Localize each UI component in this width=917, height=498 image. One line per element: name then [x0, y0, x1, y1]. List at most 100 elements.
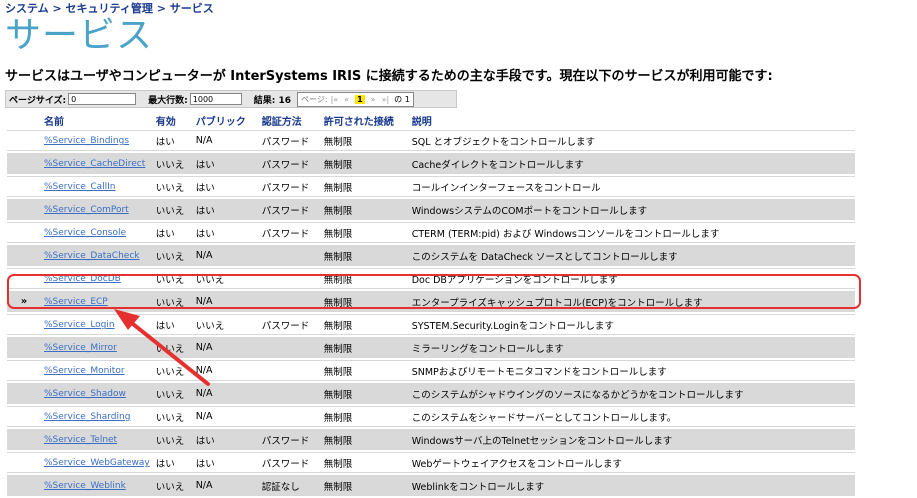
table-row[interactable]: %Service_Shadow いいえ N/A 無制限 このシステムがシャドウイングのソ… — [7, 383, 855, 404]
table-row[interactable]: » %Service_ECP いいえ N/A 無制限 エンタープライズキャッシュプロトコル… — [7, 291, 855, 312]
enabled-cell: いいえ — [152, 406, 193, 427]
column-header-enabled[interactable]: 有効 — [153, 112, 193, 128]
service-name-link[interactable]: %Service_ECP — [44, 297, 108, 307]
description-cell: このシステムをシャードサーバーとしてコントロールします。 — [408, 406, 855, 427]
page-navigator: ページ: |« « 1 » »| の 1 — [297, 91, 414, 107]
service-name-link[interactable]: %Service_Bindings — [44, 136, 129, 146]
auth-method-cell — [258, 268, 321, 289]
service-name-link[interactable]: %Service_Telnet — [44, 435, 117, 445]
page-total: の 1 — [394, 94, 410, 104]
auth-method-cell: パスワード — [258, 130, 321, 151]
allowed-connections-cell: 無制限 — [320, 176, 409, 197]
description-cell: SNMPおよびリモートモニタコマンドをコントロールします — [408, 360, 855, 381]
prev-page-icon[interactable]: « — [344, 95, 349, 104]
service-name-cell: %Service_Console — [41, 222, 153, 243]
row-marker — [7, 360, 41, 381]
table-row[interactable]: %Service_CacheDirect いいえ はい パスワード 無制限 Cacheダイ… — [7, 153, 855, 174]
auth-method-cell — [258, 337, 321, 358]
table-row[interactable]: %Service_Weblink いいえ N/A 認証なし 無制限 Weblinkをコント… — [7, 475, 855, 496]
enabled-cell: いいえ — [152, 383, 193, 404]
public-cell: はい — [192, 429, 259, 450]
service-name-link[interactable]: %Service_Console — [44, 228, 126, 238]
allowed-connections-cell: 無制限 — [320, 383, 409, 404]
table-row[interactable]: %Service_Console はい はい パスワード 無制限 CTERM (TERM:… — [7, 222, 855, 243]
service-name-cell: %Service_ComPort — [41, 199, 153, 220]
row-marker — [7, 383, 41, 404]
service-name-link[interactable]: %Service_WebGateway — [44, 458, 150, 468]
auth-method-cell: パスワード — [258, 429, 321, 450]
column-header-description[interactable]: 説明 — [409, 112, 855, 128]
public-cell: N/A — [192, 406, 259, 427]
max-rows-input[interactable]: 1000 — [189, 93, 242, 105]
table-row[interactable]: %Service_DocDB いいえ いいえ 無制限 Doc DBアプリケーションをコン… — [7, 268, 855, 289]
table-row[interactable]: %Service_Login はい いいえ パスワード 無制限 SYSTEM.Securi… — [7, 314, 855, 335]
service-name-cell: %Service_Sharding — [41, 406, 153, 427]
description-cell: SYSTEM.Security.Loginをコントロールします — [408, 314, 855, 335]
service-name-cell: %Service_Monitor — [41, 360, 153, 381]
allowed-connections-cell: 無制限 — [320, 153, 409, 174]
enabled-cell: いいえ — [152, 153, 193, 174]
allowed-connections-cell: 無制限 — [320, 452, 409, 473]
service-name-cell: %Service_Mirror — [41, 337, 153, 358]
first-page-icon[interactable]: |« — [331, 95, 339, 104]
service-name-cell: %Service_CacheDirect — [41, 153, 153, 174]
service-name-link[interactable]: %Service_Weblink — [44, 481, 126, 491]
auth-method-cell — [258, 383, 321, 404]
allowed-connections-cell: 無制限 — [320, 406, 409, 427]
allowed-connections-cell: 無制限 — [320, 475, 409, 496]
enabled-cell: はい — [152, 452, 193, 473]
allowed-connections-cell: 無制限 — [320, 337, 409, 358]
allowed-connections-cell: 無制限 — [320, 130, 409, 151]
page-label: ページ: — [301, 94, 328, 104]
table-row[interactable]: %Service_Telnet いいえ はい パスワード 無制限 Windowsサーバ上の… — [7, 429, 855, 450]
allowed-connections-cell: 無制限 — [320, 199, 409, 220]
service-name-link[interactable]: %Service_Login — [44, 320, 115, 330]
table-row[interactable]: %Service_DataCheck いいえ N/A 無制限 このシステムを DataC… — [7, 245, 855, 266]
public-cell: はい — [192, 153, 259, 174]
service-name-link[interactable]: %Service_Shadow — [44, 389, 126, 399]
public-cell: いいえ — [192, 314, 259, 335]
auth-method-cell: 認証なし — [258, 475, 321, 496]
table-header-row: 名前 有効 パブリック 認証方法 許可された接続 説明 — [7, 112, 855, 128]
table-row[interactable]: %Service_WebGateway はい はい パスワード 無制限 Webゲートウェイ… — [7, 452, 855, 473]
next-page-icon[interactable]: » — [371, 95, 376, 104]
description-cell: コールインインターフェースをコントロール — [408, 176, 855, 197]
service-name-link[interactable]: %Service_Sharding — [44, 412, 130, 422]
breadcrumb[interactable]: システム > セキュリティ管理 > サービス — [5, 0, 214, 16]
column-header-name[interactable]: 名前 — [41, 112, 153, 128]
table-row[interactable]: %Service_ComPort いいえ はい パスワード 無制限 Windowsシステム… — [7, 199, 855, 220]
description-cell: Doc DBアプリケーションをコントロールします — [408, 268, 855, 289]
service-name-link[interactable]: %Service_DataCheck — [44, 251, 140, 261]
service-name-link[interactable]: %Service_ComPort — [44, 205, 129, 215]
page-size-input[interactable]: 0 — [68, 93, 137, 105]
service-name-link[interactable]: %Service_CacheDirect — [44, 159, 145, 169]
service-name-cell: %Service_Shadow — [41, 383, 153, 404]
table-row[interactable]: %Service_Bindings はい N/A パスワード 無制限 SQL とオブジェク… — [7, 130, 855, 151]
allowed-connections-cell: 無制限 — [320, 314, 409, 335]
current-page[interactable]: 1 — [355, 94, 365, 104]
service-name-link[interactable]: %Service_CallIn — [44, 182, 115, 192]
enabled-cell: いいえ — [152, 291, 193, 312]
last-page-icon[interactable]: »| — [382, 95, 390, 104]
allowed-connections-cell: 無制限 — [320, 222, 409, 243]
table-row[interactable]: %Service_CallIn いいえ はい パスワード 無制限 コールインインターフェー… — [7, 176, 855, 197]
service-name-link[interactable]: %Service_Mirror — [44, 343, 117, 353]
row-marker — [7, 245, 41, 266]
row-marker — [7, 475, 41, 496]
auth-method-cell: パスワード — [258, 176, 321, 197]
column-header-public[interactable]: パブリック — [193, 112, 259, 128]
column-header-allowed[interactable]: 許可された接続 — [321, 112, 409, 128]
enabled-cell: いいえ — [152, 245, 193, 266]
row-marker — [7, 337, 41, 358]
row-marker — [7, 130, 41, 151]
table-row[interactable]: %Service_Mirror いいえ N/A 無制限 ミラーリングをコントロールします — [7, 337, 855, 358]
table-row[interactable]: %Service_Sharding いいえ N/A 無制限 このシステムをシャードサーバ… — [7, 406, 855, 427]
service-name-link[interactable]: %Service_DocDB — [44, 274, 121, 284]
description-cell: エンタープライズキャッシュプロトコル(ECP)をコントロールします — [408, 291, 855, 312]
column-header-auth[interactable]: 認証方法 — [259, 112, 321, 128]
table-row[interactable]: %Service_Monitor いいえ N/A 無制限 SNMPおよびリモートモニタコ… — [7, 360, 855, 381]
service-name-link[interactable]: %Service_Monitor — [44, 366, 125, 376]
description-cell: SQL とオブジェクトをコントロールします — [408, 130, 855, 151]
auth-method-cell — [258, 291, 321, 312]
description-cell: Windowsサーバ上のTelnetセッションをコントロールします — [408, 429, 855, 450]
